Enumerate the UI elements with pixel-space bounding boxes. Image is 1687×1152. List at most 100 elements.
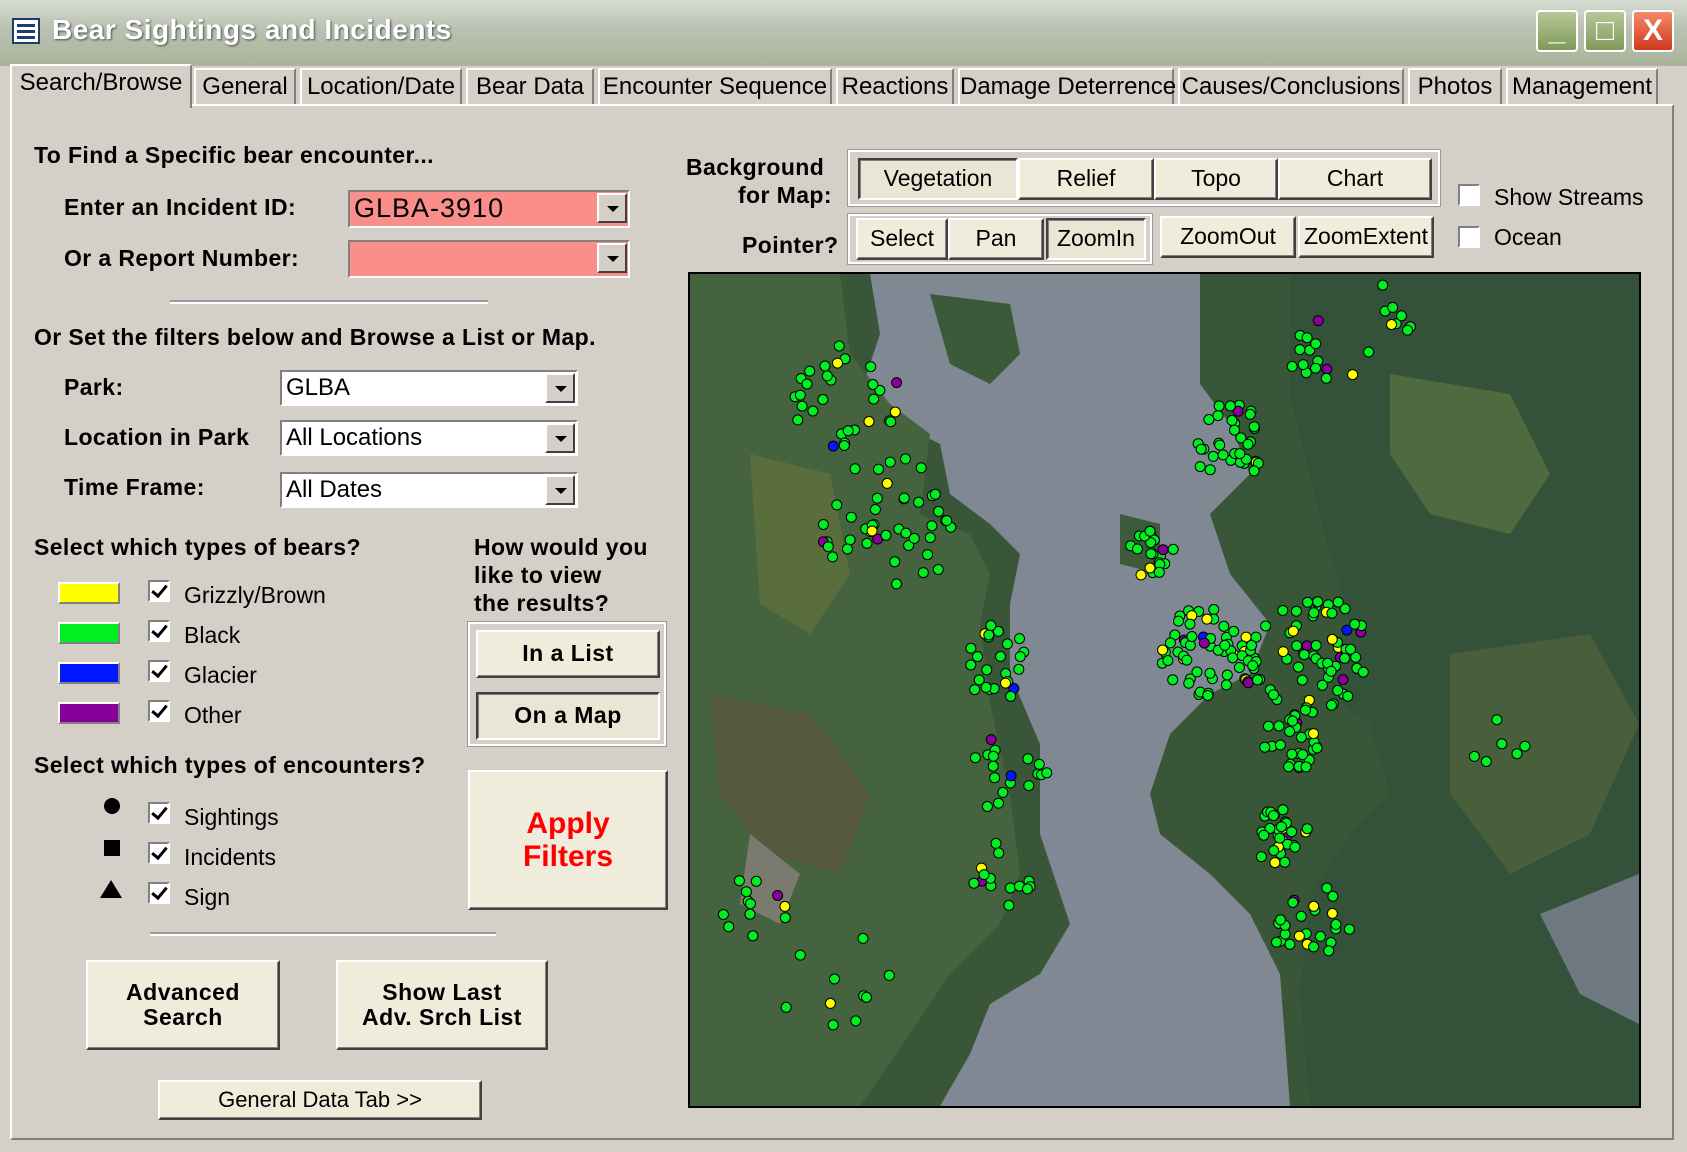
map-point[interactable]: [993, 847, 1005, 859]
map-point[interactable]: [740, 886, 752, 898]
map-point[interactable]: [1496, 738, 1508, 750]
map-point[interactable]: [1273, 720, 1285, 732]
map-point[interactable]: [1184, 639, 1196, 651]
map-point[interactable]: [1339, 652, 1351, 664]
map-point[interactable]: [1153, 566, 1165, 578]
map-point[interactable]: [1300, 704, 1311, 716]
tab-encounter-sequence[interactable]: Encounter Sequence: [598, 68, 832, 104]
map-point[interactable]: [1284, 726, 1296, 737]
map-point[interactable]: [838, 440, 850, 451]
map-point[interactable]: [1203, 414, 1215, 425]
map-point[interactable]: [978, 869, 990, 881]
map-point[interactable]: [747, 930, 759, 942]
map-point[interactable]: [1323, 945, 1335, 957]
map-point[interactable]: [1519, 740, 1531, 752]
map-point[interactable]: [1229, 424, 1240, 436]
map-point[interactable]: [1167, 543, 1179, 555]
map-point[interactable]: [1003, 899, 1015, 911]
map-point[interactable]: [1207, 450, 1219, 462]
map-point[interactable]: [871, 492, 883, 504]
map-point[interactable]: [1283, 761, 1295, 773]
map-point[interactable]: [1287, 715, 1298, 727]
map-point[interactable]: [881, 477, 893, 489]
incidents-checkbox[interactable]: [148, 842, 170, 864]
map-point[interactable]: [1004, 882, 1016, 894]
map-point[interactable]: [1289, 841, 1301, 853]
map-point[interactable]: [1286, 748, 1298, 760]
map-point[interactable]: [933, 505, 945, 517]
map-point[interactable]: [819, 360, 831, 372]
map-point[interactable]: [1321, 363, 1333, 375]
map-point[interactable]: [1023, 780, 1035, 792]
map-point[interactable]: [985, 620, 997, 631]
map-point[interactable]: [1279, 856, 1291, 868]
map-point[interactable]: [924, 532, 936, 544]
tab-bear-data[interactable]: Bear Data: [466, 68, 594, 104]
tab-management[interactable]: Management: [1506, 68, 1658, 104]
map-point[interactable]: [993, 797, 1004, 809]
map-point[interactable]: [869, 504, 881, 515]
dropdown-arrow-icon[interactable]: [597, 243, 627, 273]
map-point[interactable]: [922, 549, 933, 561]
map-point[interactable]: [1349, 618, 1361, 630]
map-point[interactable]: [845, 511, 857, 523]
map-point[interactable]: [1277, 646, 1289, 658]
map-point[interactable]: [794, 389, 806, 401]
map-point[interactable]: [1201, 613, 1213, 625]
tab-reactions[interactable]: Reactions: [836, 68, 954, 104]
map-point[interactable]: [1173, 615, 1184, 627]
on-a-map-button[interactable]: On a Map: [476, 692, 660, 740]
map-point[interactable]: [1255, 851, 1267, 863]
map-point[interactable]: [1300, 761, 1312, 773]
map-point[interactable]: [1268, 689, 1279, 701]
map-point[interactable]: [1167, 674, 1179, 686]
map-point[interactable]: [1145, 548, 1157, 560]
map-point[interactable]: [965, 659, 977, 671]
map-point[interactable]: [1291, 640, 1303, 652]
map-point[interactable]: [868, 393, 880, 405]
map-point[interactable]: [1244, 408, 1256, 420]
glacier-checkbox[interactable]: [148, 660, 170, 682]
report-number-combo[interactable]: [348, 240, 630, 278]
map-point[interactable]: [880, 529, 892, 541]
map-point[interactable]: [1277, 605, 1289, 616]
tab-search-browse[interactable]: Search/Browse: [10, 64, 192, 108]
map-point[interactable]: [1248, 465, 1260, 477]
map-point[interactable]: [1242, 677, 1254, 689]
map-view[interactable]: [688, 272, 1641, 1108]
map-point[interactable]: [1293, 661, 1304, 673]
map-point[interactable]: [804, 365, 816, 377]
title-bar[interactable]: Bear Sightings and Incidents _ □ X: [0, 0, 1687, 66]
map-point[interactable]: [1258, 829, 1270, 841]
map-point[interactable]: [1275, 914, 1286, 926]
zoom-out-button[interactable]: ZoomOut: [1160, 216, 1296, 258]
zoom-extent-button[interactable]: ZoomExtent: [1298, 216, 1434, 258]
map-point[interactable]: [898, 492, 910, 504]
map-point[interactable]: [1287, 625, 1299, 637]
map-point[interactable]: [1164, 637, 1176, 649]
map-point[interactable]: [1228, 625, 1240, 637]
map-point[interactable]: [1480, 756, 1492, 767]
map-point[interactable]: [717, 909, 729, 920]
map-point[interactable]: [908, 532, 920, 544]
maximize-button[interactable]: □: [1584, 10, 1626, 52]
map-point[interactable]: [866, 525, 878, 537]
map-point[interactable]: [1013, 663, 1025, 675]
map-point[interactable]: [1326, 633, 1338, 645]
map-point[interactable]: [1001, 638, 1013, 650]
sign-checkbox[interactable]: [148, 882, 170, 904]
map-point[interactable]: [821, 370, 833, 382]
map-point[interactable]: [772, 890, 784, 901]
map-point[interactable]: [1268, 845, 1280, 856]
map-point[interactable]: [824, 997, 836, 1009]
map-point[interactable]: [1468, 750, 1480, 762]
map-point[interactable]: [1220, 679, 1232, 691]
advanced-search-button[interactable]: Advanced Search: [86, 960, 280, 1050]
map-point[interactable]: [1297, 359, 1309, 371]
map-point[interactable]: [827, 551, 839, 563]
map-point[interactable]: [985, 734, 997, 746]
map-point[interactable]: [1204, 667, 1216, 679]
map-point[interactable]: [841, 543, 853, 555]
map-point[interactable]: [1219, 639, 1231, 651]
apply-filters-button[interactable]: Apply Filters: [468, 770, 668, 910]
